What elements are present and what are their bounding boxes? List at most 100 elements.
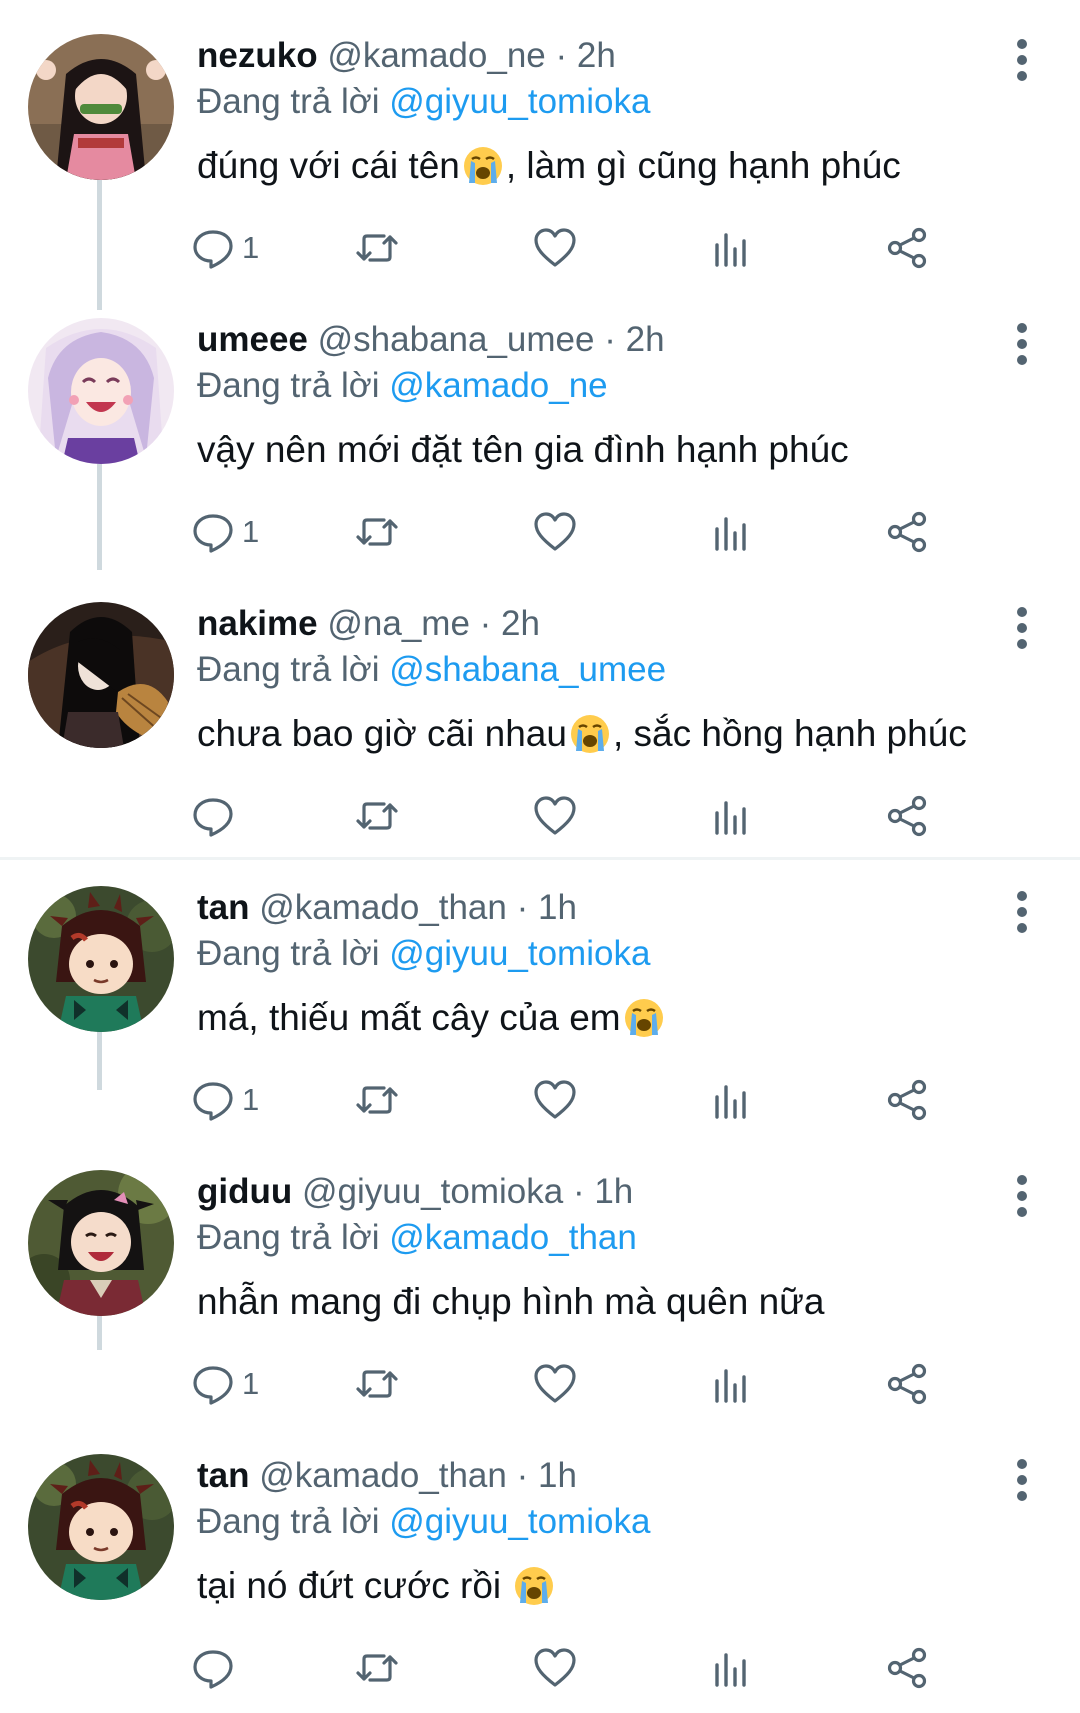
mention-link[interactable]: @giyuu_tomioka — [389, 82, 650, 121]
avatar[interactable] — [28, 602, 174, 748]
replying-to-label: Đang trả lời — [197, 82, 380, 121]
reply-bubble-icon — [193, 514, 233, 553]
tweet-actions: 1 — [190, 502, 1050, 562]
more-options-button[interactable] — [1002, 316, 1042, 372]
share-button[interactable] — [884, 1354, 930, 1414]
reply-button[interactable]: 1 — [190, 502, 259, 562]
mention-link[interactable]: @kamado_than — [389, 1218, 637, 1257]
user-handle[interactable]: @giyuu_tomioka — [302, 1172, 563, 1211]
timestamp[interactable]: · 1h — [573, 1172, 633, 1211]
share-button[interactable] — [884, 786, 930, 846]
reply-button[interactable] — [190, 786, 242, 846]
like-button[interactable] — [532, 218, 578, 278]
like-button[interactable] — [532, 1354, 578, 1414]
timestamp[interactable]: · 1h — [517, 1456, 577, 1495]
reply-count: 1 — [242, 514, 260, 549]
retweet-button[interactable] — [354, 218, 400, 278]
more-vertical-dots-icon — [1017, 1459, 1027, 1469]
avatar[interactable] — [28, 1454, 174, 1600]
avatar[interactable] — [28, 318, 174, 464]
retweet-icon — [356, 1086, 398, 1114]
like-button[interactable] — [532, 1070, 578, 1130]
views-button[interactable] — [708, 1638, 754, 1698]
tweet[interactable]: nezuko @kamado_ne · 2h Đang trả lời @giy… — [0, 28, 1080, 280]
retweet-icon — [356, 1370, 398, 1398]
more-options-button[interactable] — [1002, 884, 1042, 940]
views-button[interactable] — [708, 502, 754, 562]
retweet-button[interactable] — [354, 1354, 400, 1414]
retweet-button[interactable] — [354, 786, 400, 846]
like-button[interactable] — [532, 1638, 578, 1698]
mention-link[interactable]: @giyuu_tomioka — [389, 934, 650, 973]
share-button[interactable] — [884, 218, 930, 278]
replying-to-label: Đang trả lời — [197, 1218, 380, 1257]
user-handle[interactable]: @shabana_umee — [318, 320, 595, 359]
user-handle[interactable]: @na_me — [327, 604, 470, 643]
reply-button[interactable]: 1 — [190, 1070, 259, 1130]
tweet-text-part: đúng với cái tên — [197, 145, 460, 186]
views-button[interactable] — [708, 1354, 754, 1414]
share-button[interactable] — [884, 502, 930, 562]
views-bar-chart-icon — [715, 1369, 746, 1403]
more-options-button[interactable] — [1002, 1168, 1042, 1224]
share-icon — [887, 227, 927, 269]
share-icon — [887, 1363, 927, 1405]
retweet-button[interactable] — [354, 1638, 400, 1698]
views-button[interactable] — [708, 218, 754, 278]
tweet-text: má, thiếu mất cây của em — [197, 988, 667, 1048]
retweet-button[interactable] — [354, 502, 400, 562]
mention-link[interactable]: @shabana_umee — [389, 650, 666, 689]
more-options-button[interactable] — [1002, 32, 1042, 88]
mention-link[interactable]: @kamado_ne — [389, 366, 607, 405]
display-name[interactable]: umeee — [197, 320, 308, 359]
share-icon — [887, 1079, 927, 1121]
tweet[interactable]: umeee @shabana_umee · 2h Đang trả lời @k… — [0, 312, 1080, 564]
avatar[interactable] — [28, 34, 174, 180]
display-name[interactable]: tan — [197, 1456, 250, 1495]
avatar[interactable] — [28, 1170, 174, 1316]
timestamp[interactable]: · 2h — [604, 320, 664, 359]
user-handle[interactable]: @kamado_than — [259, 1456, 507, 1495]
more-vertical-dots-icon — [1017, 1175, 1027, 1185]
tweet[interactable]: tan @kamado_than · 1h Đang trả lời @giyu… — [0, 880, 1080, 1132]
reply-bubble-icon — [193, 1366, 233, 1405]
replying-to-label: Đang trả lời — [197, 650, 380, 689]
reply-button[interactable] — [190, 1638, 242, 1698]
display-name[interactable]: nezuko — [197, 36, 318, 75]
display-name[interactable]: giduu — [197, 1172, 292, 1211]
timestamp[interactable]: · 2h — [480, 604, 540, 643]
user-handle[interactable]: @kamado_ne — [327, 36, 545, 75]
views-bar-chart-icon — [715, 1085, 746, 1119]
share-button[interactable] — [884, 1070, 930, 1130]
views-button[interactable] — [708, 1070, 754, 1130]
display-name[interactable]: nakime — [197, 604, 318, 643]
replying-to-label: Đang trả lời — [197, 934, 380, 973]
replying-to-label: Đang trả lời — [197, 366, 380, 405]
user-handle[interactable]: @kamado_than — [259, 888, 507, 927]
replying-to: Đang trả lời @giyuu_tomioka — [197, 1494, 650, 1550]
tweet[interactable]: giduu @giyuu_tomioka · 1h Đang trả lời @… — [0, 1164, 1080, 1416]
timestamp[interactable]: · 1h — [517, 888, 577, 927]
timestamp[interactable]: · 2h — [556, 36, 616, 75]
like-button[interactable] — [532, 786, 578, 846]
tweet[interactable]: nakime @na_me · 2h Đang trả lời @shabana… — [0, 596, 1080, 848]
retweet-icon — [356, 518, 398, 546]
heart-icon — [534, 1648, 576, 1687]
retweet-button[interactable] — [354, 1070, 400, 1130]
tweet-text-part: chưa bao giờ cãi nhau — [197, 713, 567, 754]
like-button[interactable] — [532, 502, 578, 562]
more-options-button[interactable] — [1002, 600, 1042, 656]
display-name[interactable]: tan — [197, 888, 250, 927]
tweet-actions: 1 — [190, 1070, 1050, 1130]
views-button[interactable] — [708, 786, 754, 846]
share-button[interactable] — [884, 1638, 930, 1698]
avatar[interactable] — [28, 886, 174, 1032]
tweet[interactable]: tan @kamado_than · 1h Đang trả lời @giyu… — [0, 1448, 1080, 1700]
mention-link[interactable]: @giyuu_tomioka — [389, 1502, 650, 1541]
replying-to: Đang trả lời @giyuu_tomioka — [197, 74, 650, 130]
views-bar-chart-icon — [715, 1653, 746, 1687]
reply-button[interactable]: 1 — [190, 218, 259, 278]
more-options-button[interactable] — [1002, 1452, 1042, 1508]
conversation-separator — [0, 857, 1080, 860]
reply-button[interactable]: 1 — [190, 1354, 259, 1414]
